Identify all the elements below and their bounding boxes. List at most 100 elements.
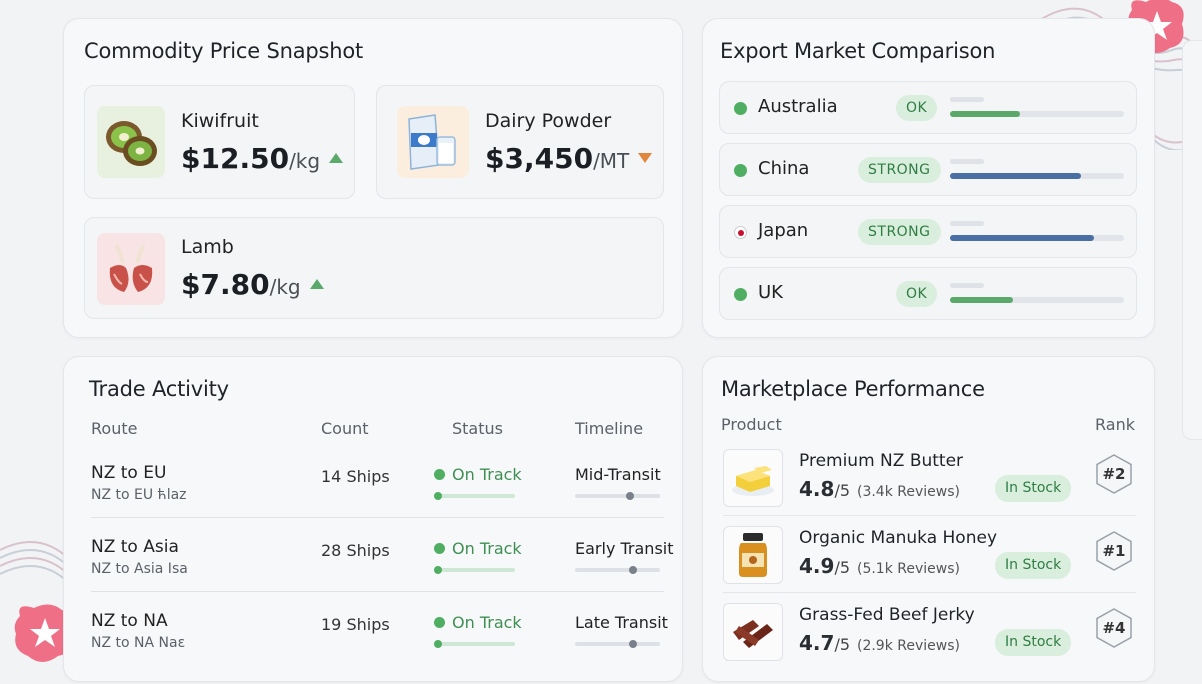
trend-up-icon (329, 153, 344, 163)
strength-bar (950, 297, 1124, 303)
bar-indicator (950, 283, 984, 288)
product-rating: 4.8/5 (3.4k Reviews) (799, 477, 960, 501)
stock-badge: In Stock (995, 552, 1072, 579)
lamb-icon (97, 233, 165, 305)
country-flag-dot-icon (734, 164, 747, 177)
strength-bar-fill (950, 173, 1081, 179)
status-progress-bar (434, 492, 515, 500)
status-dot-icon (434, 469, 445, 480)
bar-indicator (950, 97, 984, 102)
beef-jerky-icon (723, 603, 783, 661)
market-row-china[interactable]: China STRONG (719, 143, 1137, 196)
stock-badge: In Stock (995, 475, 1072, 502)
commodity-tile-lamb[interactable]: Lamb $7.80/kg (84, 217, 664, 319)
rank-badge: #4 (1093, 607, 1135, 649)
country-name: UK (758, 282, 783, 303)
commodity-price: $7.80/kg (181, 268, 324, 301)
column-header-status: Status (452, 419, 503, 438)
side-panel-edge (1182, 40, 1202, 440)
row-divider (723, 515, 1136, 516)
commodity-name: Lamb (181, 236, 234, 258)
stock-badge: In Stock (995, 629, 1072, 656)
commodity-tile-dairy-powder[interactable]: Dairy Powder $3,450/MT (376, 85, 664, 199)
status-label: On Track (434, 465, 522, 484)
export-market-card: Export Market Comparison Australia OK Chin… (702, 18, 1155, 338)
status-label: On Track (434, 539, 522, 558)
rank-badge: #2 (1093, 453, 1135, 495)
timeline-label: Late Transit (575, 613, 668, 632)
row-divider (91, 517, 664, 518)
card-title: Commodity Price Snapshot (84, 39, 364, 63)
route-name: NZ to NA (91, 611, 168, 631)
timeline-label: Mid-Transit (575, 465, 661, 484)
route-subtitle: NZ to Asia Isa (91, 561, 188, 577)
market-row-australia[interactable]: Australia OK (719, 81, 1137, 134)
commodity-price: $3,450/MT (485, 142, 653, 175)
country-flag-dot-icon (734, 102, 747, 115)
rank-badge: #1 (1093, 530, 1135, 572)
dairy-powder-icon (397, 106, 469, 178)
timeline-progress-bar (575, 492, 660, 500)
trade-activity-card: Trade Activity Route Count Status Timeli… (63, 356, 683, 682)
route-name: NZ to EU (91, 463, 167, 483)
bar-indicator (950, 221, 984, 226)
card-title: Marketplace Performance (721, 377, 985, 401)
status-progress-bar (434, 640, 515, 648)
commodity-tile-kiwifruit[interactable]: Kiwifruit $12.50/kg (84, 85, 355, 199)
commodity-name: Dairy Powder (485, 110, 612, 132)
market-row-japan[interactable]: Japan STRONG (719, 205, 1137, 258)
product-row[interactable]: Premium NZ Butter 4.8/5 (3.4k Reviews) In … (703, 447, 1156, 524)
butter-icon (723, 449, 783, 507)
timeline-knob (628, 640, 637, 648)
honey-jar-icon (723, 526, 783, 584)
route-subtitle: NZ to NA Naɛ (91, 635, 186, 651)
timeline-progress-bar (575, 566, 660, 574)
status-badge: STRONG (858, 219, 941, 245)
column-header-count: Count (321, 419, 369, 438)
column-header-rank: Rank (1095, 415, 1135, 434)
route-name: NZ to Asia (91, 537, 179, 557)
strength-bar (950, 173, 1124, 179)
table-row[interactable]: NZ to NA NZ to NA Naɛ 19 Ships On Track Late… (64, 609, 684, 683)
product-name: Grass-Fed Beef Jerky (799, 605, 975, 625)
row-divider (91, 591, 664, 592)
column-header-timeline: Timeline (575, 419, 644, 438)
product-row[interactable]: Grass-Fed Beef Jerky 4.7/5 (2.9k Reviews)… (703, 601, 1156, 678)
table-row[interactable]: NZ to Asia NZ to Asia Isa 28 Ships On Track… (64, 535, 684, 609)
ship-count: 28 Ships (321, 541, 390, 560)
status-knob (434, 492, 442, 500)
column-header-product: Product (721, 415, 782, 434)
trend-up-icon (309, 279, 324, 289)
timeline-label: Early Transit (575, 539, 674, 558)
product-rating: 4.7/5 (2.9k Reviews) (799, 631, 960, 655)
product-name: Organic Manuka Honey (799, 528, 998, 548)
status-label: On Track (434, 613, 522, 632)
product-row[interactable]: Organic Manuka Honey 4.9/5 (5.1k Reviews)… (703, 524, 1156, 601)
status-knob (434, 640, 442, 648)
strength-bar-fill (950, 235, 1095, 241)
product-name: Premium NZ Butter (799, 451, 964, 471)
kiwifruit-icon (97, 106, 165, 178)
strength-bar-fill (950, 297, 1013, 303)
country-name: China (758, 158, 810, 179)
country-flag-dot-icon (734, 288, 747, 301)
commodity-name: Kiwifruit (181, 110, 259, 132)
strength-bar (950, 235, 1124, 241)
bar-indicator (950, 159, 984, 164)
timeline-knob (628, 566, 637, 574)
country-name: Australia (758, 96, 838, 117)
table-row[interactable]: NZ to EU NZ to EU ћlaz 14 Ships On Track Mid… (64, 461, 684, 535)
country-name: Japan (758, 220, 809, 241)
row-divider (723, 592, 1136, 593)
status-badge: OK (896, 95, 938, 121)
market-row-uk[interactable]: UK OK (719, 267, 1137, 320)
commodity-price-card: Commodity Price Snapshot Kiwifruit $12.5… (63, 18, 683, 338)
status-badge: STRONG (858, 157, 941, 183)
route-subtitle: NZ to EU ћlaz (91, 487, 187, 503)
timeline-progress-bar (575, 640, 660, 648)
status-dot-icon (434, 543, 445, 554)
status-dot-icon (434, 617, 445, 628)
commodity-price: $12.50/kg (181, 142, 344, 175)
status-knob (434, 566, 442, 574)
product-rating: 4.9/5 (5.1k Reviews) (799, 554, 960, 578)
